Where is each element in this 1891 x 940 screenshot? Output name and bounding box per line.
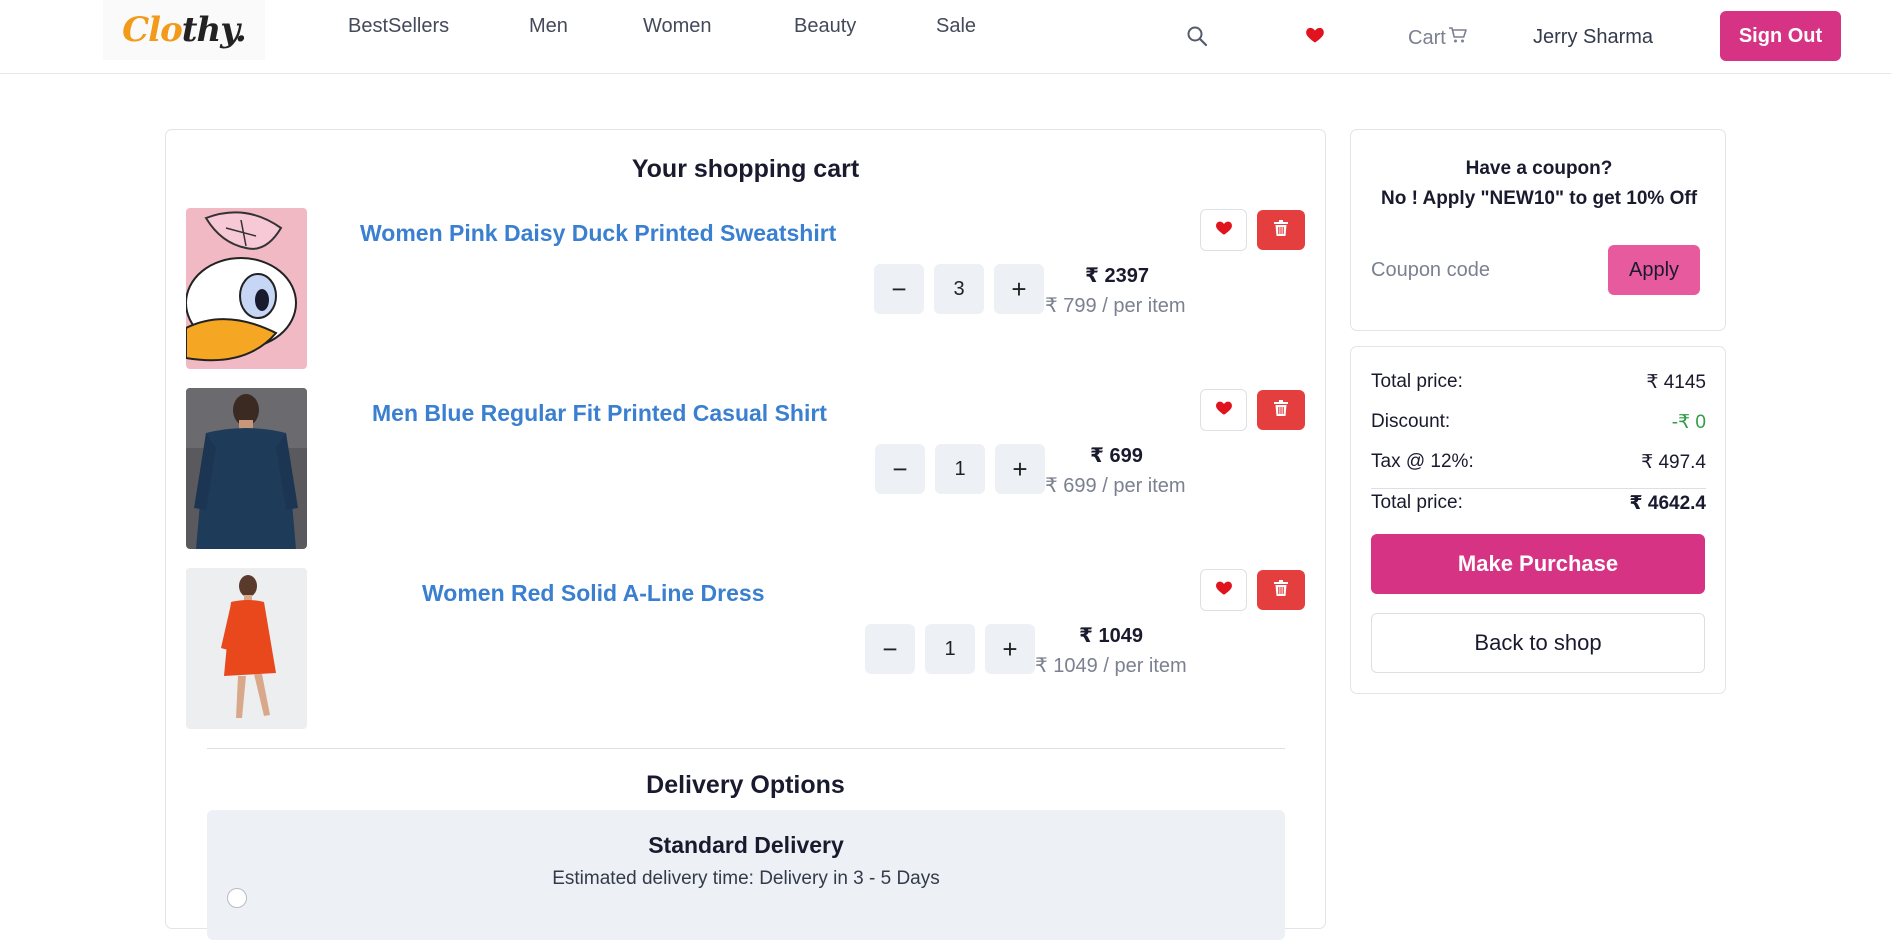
- subtotal-value: ₹ 4145: [1646, 372, 1706, 393]
- heart-icon: [1215, 219, 1233, 242]
- nav-beauty[interactable]: Beauty: [794, 15, 856, 38]
- remove-item-button[interactable]: [1257, 390, 1305, 430]
- cart-label: Cart: [1408, 26, 1446, 49]
- top-navbar: Clo thy. BestSellers Men Women Beauty Sal…: [0, 0, 1891, 74]
- coupon-card: Have a coupon? No ! Apply "NEW10" to get…: [1350, 129, 1726, 331]
- logo-text-part1: Clo: [122, 10, 183, 50]
- cart-link[interactable]: Cart: [1408, 26, 1468, 50]
- nav-sale[interactable]: Sale: [936, 15, 976, 38]
- wishlist-button[interactable]: [1200, 209, 1247, 251]
- product-name-link[interactable]: Women Pink Daisy Duck Printed Sweatshirt: [360, 220, 836, 247]
- logo-text-part2: thy.: [181, 10, 247, 50]
- decrease-quantity-button[interactable]: −: [875, 444, 925, 494]
- increase-quantity-button[interactable]: +: [985, 624, 1035, 674]
- nav-women[interactable]: Women: [643, 15, 712, 38]
- tax-value: ₹ 497.4: [1641, 452, 1706, 473]
- delivery-option-description: Estimated delivery time: Delivery in 3 -…: [552, 868, 940, 889]
- cart-icon: [1448, 26, 1468, 50]
- summary-tax-row: Tax @ 12%: ₹ 497.4: [1371, 451, 1706, 481]
- quantity-value: 1: [935, 444, 985, 494]
- discount-label: Discount:: [1371, 411, 1451, 432]
- subtotal-label: Total price:: [1371, 371, 1463, 392]
- brand-logo[interactable]: Clo thy.: [103, 0, 265, 60]
- summary-divider: [1371, 488, 1706, 489]
- nav-men[interactable]: Men: [529, 15, 568, 38]
- item-total-price: ₹ 1049: [1079, 625, 1143, 647]
- wishlist-button[interactable]: [1200, 569, 1247, 611]
- coupon-heading: Have a coupon?: [1465, 158, 1613, 179]
- trash-icon: [1274, 579, 1288, 601]
- item-unit-price: ₹ 1049 / per item: [1035, 655, 1187, 677]
- increase-quantity-button[interactable]: +: [995, 444, 1045, 494]
- cart-item: Women Red Solid A-Line Dress − 1 + ₹ 104…: [186, 568, 1306, 729]
- delivery-options-title: Delivery Options: [646, 771, 845, 799]
- coupon-offer: No ! Apply "NEW10" to get 10% Off: [1380, 188, 1698, 209]
- sign-out-button[interactable]: Sign Out: [1720, 11, 1841, 61]
- product-image[interactable]: [186, 208, 307, 369]
- decrease-quantity-button[interactable]: −: [865, 624, 915, 674]
- summary-grand-total-row: Total price: ₹ 4642.4: [1371, 492, 1706, 522]
- standard-delivery-option[interactable]: Standard Delivery Estimated delivery tim…: [207, 810, 1285, 940]
- item-unit-price: ₹ 799 / per item: [1045, 295, 1186, 317]
- cart-title: Your shopping cart: [631, 155, 860, 183]
- discount-value: -₹ 0: [1671, 412, 1706, 433]
- item-unit-price: ₹ 699 / per item: [1045, 475, 1186, 497]
- quantity-value: 3: [934, 264, 984, 314]
- product-name-link[interactable]: Men Blue Regular Fit Printed Casual Shir…: [372, 400, 827, 427]
- trash-icon: [1274, 219, 1288, 241]
- wishlist-button[interactable]: [1200, 389, 1247, 431]
- shopping-cart-card: Your shopping cart Women Pink Daisy Duck…: [165, 129, 1326, 940]
- quantity-value: 1: [925, 624, 975, 674]
- coupon-code-input[interactable]: [1371, 246, 1591, 294]
- search-icon[interactable]: [1186, 25, 1208, 47]
- heart-icon: [1215, 399, 1233, 422]
- trash-icon: [1274, 399, 1288, 421]
- remove-item-button[interactable]: [1257, 570, 1305, 610]
- summary-subtotal-row: Total price: ₹ 4145: [1371, 371, 1706, 401]
- product-image[interactable]: [186, 568, 307, 729]
- wishlist-heart-icon[interactable]: [1305, 25, 1325, 45]
- user-name[interactable]: Jerry Sharma: [1533, 26, 1653, 49]
- make-purchase-button[interactable]: Make Purchase: [1371, 534, 1705, 594]
- back-to-shop-button[interactable]: Back to shop: [1371, 613, 1705, 673]
- grand-total-label: Total price:: [1371, 492, 1463, 513]
- increase-quantity-button[interactable]: +: [994, 264, 1044, 314]
- cart-item: Women Pink Daisy Duck Printed Sweatshirt…: [186, 208, 1306, 369]
- order-summary-card: Total price: ₹ 4145 Discount: -₹ 0 Tax @…: [1350, 346, 1726, 694]
- nav-bestsellers[interactable]: BestSellers: [348, 15, 449, 38]
- item-total-price: ₹ 699: [1090, 445, 1143, 467]
- summary-discount-row: Discount: -₹ 0: [1371, 411, 1706, 441]
- item-total-price: ₹ 2397: [1085, 265, 1149, 287]
- remove-item-button[interactable]: [1257, 210, 1305, 250]
- grand-total-value: ₹ 4642.4: [1629, 493, 1706, 514]
- heart-icon: [1215, 579, 1233, 602]
- section-divider: [207, 748, 1285, 749]
- apply-coupon-button[interactable]: Apply: [1608, 245, 1700, 295]
- coupon-promo-text: Have a coupon? No ! Apply "NEW10" to get…: [1371, 154, 1707, 214]
- cart-item: Men Blue Regular Fit Printed Casual Shir…: [186, 388, 1306, 549]
- decrease-quantity-button[interactable]: −: [874, 264, 924, 314]
- delivery-option-title: Standard Delivery: [648, 832, 844, 858]
- product-name-link[interactable]: Women Red Solid A-Line Dress: [422, 580, 765, 607]
- tax-label: Tax @ 12%:: [1371, 451, 1474, 472]
- delivery-radio[interactable]: [227, 888, 247, 908]
- product-image[interactable]: [186, 388, 307, 549]
